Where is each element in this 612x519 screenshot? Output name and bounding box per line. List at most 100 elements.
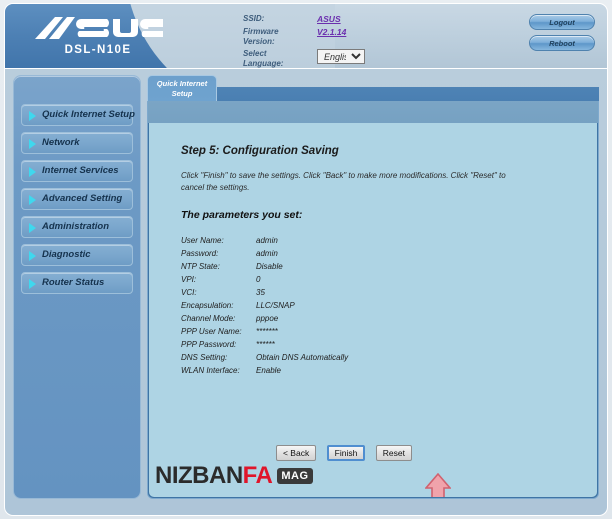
watermark-part1: N [155, 462, 172, 489]
param-label: PPP Password: [181, 340, 237, 349]
triangle-icon [29, 167, 36, 177]
finish-button[interactable]: Finish [326, 445, 366, 461]
sidebar-item-router-status[interactable]: Router Status [21, 272, 133, 294]
firmware-label-line2: Version: [243, 37, 275, 46]
form-button-row: < Back Finish Reset [149, 443, 597, 461]
content-panel: Step 5: Configuration Saving Click "Fini… [147, 101, 599, 499]
param-label: Encapsulation: [181, 301, 234, 310]
tab-label-line1: Quick Internet [156, 79, 208, 88]
table-row: NTP State: Disable [181, 260, 348, 273]
table-row: VPI: 0 [181, 273, 348, 286]
watermark-logo: NIZBANFA MAG [155, 461, 313, 491]
watermark-part3: FA [242, 462, 273, 489]
panel-top-band [148, 101, 598, 123]
tab-strip [217, 87, 599, 101]
param-value: Disable [256, 262, 283, 271]
sidebar-item-label: Diagnostic [42, 249, 91, 260]
asus-logo [35, 17, 163, 39]
page-body: Quick Internet Setup Network Internet Se… [4, 69, 608, 516]
watermark-part2: IZBAN [171, 462, 243, 489]
firmware-label-line1: Firmware [243, 27, 279, 36]
param-label: Password: [181, 249, 219, 258]
param-label: VPI: [181, 275, 197, 284]
sidebar-item-label: Network [42, 137, 80, 148]
triangle-icon [29, 111, 36, 121]
tab-quick-internet-setup[interactable]: Quick Internet Setup [147, 75, 217, 101]
triangle-icon [29, 279, 36, 289]
brand-logo-block: DSL-N10E [33, 13, 163, 56]
param-value: admin [256, 236, 278, 245]
router-admin-page: DSL-N10E SSID: ASUS Firmware Version: V2… [0, 0, 612, 519]
table-row: Channel Mode: pppoe [181, 312, 348, 325]
parameters-heading: The parameters you set: [181, 209, 303, 221]
param-label: PPP User Name: [181, 327, 242, 336]
panel-body: Step 5: Configuration Saving Click "Fini… [149, 123, 597, 497]
table-row: WLAN Interface: Enable [181, 364, 348, 377]
table-row: PPP User Name: ******* [181, 325, 348, 338]
table-row: PPP Password: ****** [181, 338, 348, 351]
param-label: VCI: [181, 288, 197, 297]
param-value: LLC/SNAP [256, 301, 295, 310]
firmware-label: Firmware Version: [243, 27, 309, 49]
param-value: pppoe [256, 314, 279, 323]
firmware-row: Firmware Version: V2.1.14 [243, 27, 365, 49]
param-value: ******* [256, 327, 278, 336]
header-info-block: SSID: ASUS Firmware Version: V2.1.14 Sel… [243, 14, 365, 68]
back-button[interactable]: < Back [275, 445, 317, 461]
instruction-text: Click "Finish" to save the settings. Cli… [181, 171, 506, 192]
param-value: 35 [256, 288, 265, 297]
sidebar-item-label: Router Status [42, 277, 105, 288]
triangle-icon [29, 195, 36, 205]
sidebar-item-advanced-setting[interactable]: Advanced Setting [21, 188, 133, 210]
sidebar-nav: Quick Internet Setup Network Internet Se… [13, 75, 141, 499]
language-select[interactable]: English [317, 49, 365, 64]
param-label: NTP State: [181, 262, 220, 271]
sidebar-item-administration[interactable]: Administration [21, 216, 133, 238]
sidebar-item-label: Administration [42, 221, 110, 232]
content-column: Quick Internet Setup Step 5: Configurati… [147, 75, 599, 499]
reset-button[interactable]: Reset [375, 445, 413, 461]
ssid-value-link[interactable]: ASUS [317, 14, 341, 24]
triangle-icon [29, 251, 36, 261]
param-label: User Name: [181, 236, 224, 245]
table-row: DNS Setting: Obtain DNS Automatically [181, 351, 348, 364]
up-arrow-annotation-icon [425, 473, 451, 497]
param-value: 0 [256, 275, 261, 284]
param-label: WLAN Interface: [181, 366, 240, 375]
sidebar-item-label: Advanced Setting [42, 193, 123, 204]
param-label: Channel Mode: [181, 314, 236, 323]
reboot-button[interactable]: Reboot [529, 35, 595, 51]
sidebar-item-diagnostic[interactable]: Diagnostic [21, 244, 133, 266]
ssid-row: SSID: ASUS [243, 14, 365, 27]
param-label: DNS Setting: [181, 353, 228, 362]
triangle-icon [29, 223, 36, 233]
language-label: Select Language: [243, 49, 284, 68]
watermark-badge: MAG [277, 468, 313, 484]
firmware-version-link[interactable]: V2.1.14 [317, 27, 346, 37]
router-model-label: DSL-N10E [64, 44, 132, 56]
param-value: Obtain DNS Automatically [256, 353, 349, 362]
header-button-group: Logout Reboot [529, 14, 599, 56]
table-row: User Name: admin [181, 234, 348, 247]
tab-label-line2: Setup [171, 89, 193, 98]
sidebar-item-label: Quick Internet Setup [42, 109, 135, 120]
table-row: Encapsulation: LLC/SNAP [181, 299, 348, 312]
logout-button[interactable]: Logout [529, 14, 595, 30]
table-row: VCI: 35 [181, 286, 348, 299]
page-title: Step 5: Configuration Saving [181, 145, 339, 157]
sidebar-item-label: Internet Services [42, 165, 119, 176]
watermark-text: NIZBANFA [155, 462, 273, 489]
param-value: admin [256, 249, 278, 258]
parameters-table: User Name: admin Password: admin NTP Sta… [181, 234, 348, 377]
param-value: ****** [256, 340, 275, 349]
tab-bar: Quick Internet Setup [147, 75, 599, 101]
table-row: Password: admin [181, 247, 348, 260]
ssid-label: SSID: [243, 14, 265, 23]
param-value: Enable [256, 366, 281, 375]
sidebar-item-internet-services[interactable]: Internet Services [21, 160, 133, 182]
sidebar-item-network[interactable]: Network [21, 132, 133, 154]
sidebar-item-quick-internet-setup[interactable]: Quick Internet Setup [21, 104, 135, 126]
page-header: DSL-N10E SSID: ASUS Firmware Version: V2… [4, 3, 608, 69]
triangle-icon [29, 139, 36, 149]
language-row: Select Language: English [243, 49, 365, 68]
